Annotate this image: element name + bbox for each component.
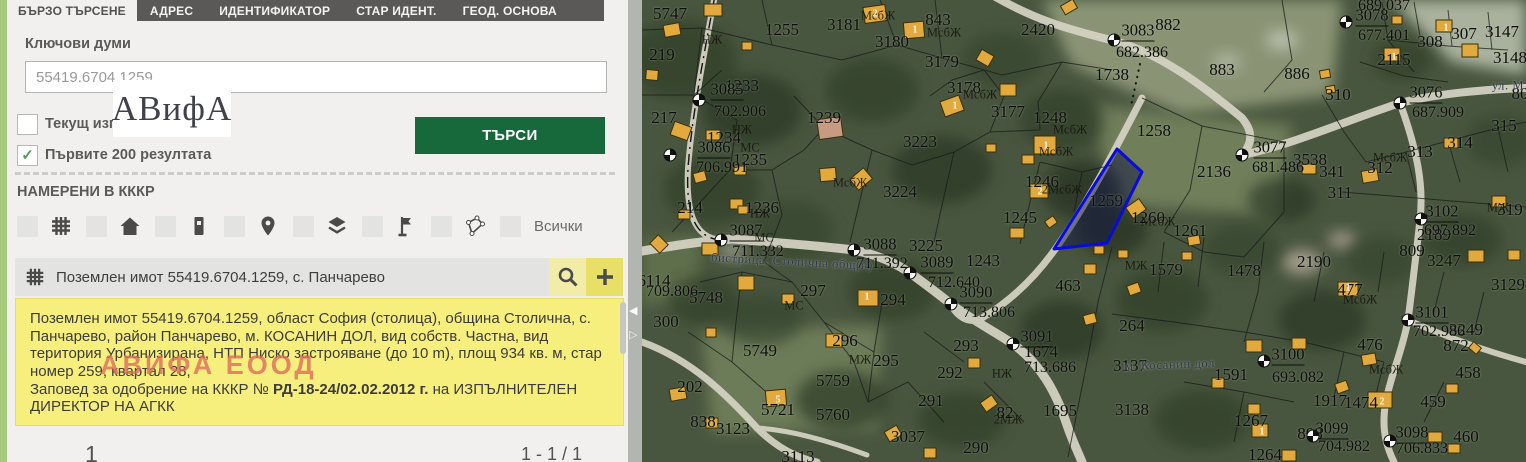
filter-all-label: Всички <box>534 218 583 235</box>
point-pin-icon <box>256 214 280 238</box>
first-200-checkbox[interactable]: ✓ <box>17 145 38 166</box>
filter-checkbox-object-door[interactable] <box>155 216 176 237</box>
filter-checkbox-building-house[interactable] <box>86 216 107 237</box>
collapse-panel-icon[interactable]: ◀ <box>629 306 637 317</box>
object-door-icon <box>187 214 211 238</box>
flag-icon <box>394 214 418 238</box>
filter-checkbox-flag[interactable] <box>362 216 383 237</box>
satellite-map-canvas <box>642 0 1526 462</box>
expand-panel-icon[interactable]: ▷ <box>629 330 637 341</box>
parcel-grid-icon <box>24 266 46 288</box>
filter-checkbox-polygon[interactable] <box>431 216 452 237</box>
object-type-filter-row: Всички <box>17 210 583 242</box>
add-to-selection-button[interactable] <box>586 258 623 296</box>
search-button[interactable]: ТЪРСИ <box>415 117 605 154</box>
filter-checkbox-all[interactable] <box>500 216 521 237</box>
result-row[interactable]: Поземлен имот 55419.6704.1259, с. Панчар… <box>15 258 623 296</box>
layers-icon <box>325 214 349 238</box>
panel-scrollbar[interactable] <box>620 302 626 354</box>
order-text-prefix: Заповед за одобрение на КККР № <box>30 381 273 398</box>
results-section-title: НАМЕРЕНИ В КККР <box>17 184 155 200</box>
filter-checkbox-layers[interactable] <box>293 216 314 237</box>
page-number[interactable]: 1 <box>85 441 98 462</box>
check-icon: ✓ <box>21 148 34 163</box>
zoom-to-result-button[interactable] <box>549 258 586 296</box>
building-house-icon <box>118 214 142 238</box>
cadastre-app: БЪРЗО ТЪРСЕНЕАДРЕСИДЕНТИФИКАТОРСТАР ИДЕН… <box>0 0 1526 462</box>
result-title: Поземлен имот 55419.6704.1259, с. Панчар… <box>56 269 385 286</box>
map-viewport[interactable]: 5747219123321712341235214123612551239318… <box>642 0 1526 462</box>
panel-collapse-divider: ◀ ▷ <box>628 0 642 462</box>
tab-4[interactable]: ГЕОД. ОСНОВА <box>450 0 570 21</box>
first-200-label: Първите 200 резултата <box>45 147 211 163</box>
current-view-checkbox[interactable] <box>17 114 38 135</box>
detail-text: Поземлен имот 55419.6704.1259, област Со… <box>30 310 602 380</box>
filter-checkbox-point-pin[interactable] <box>224 216 245 237</box>
page-range: 1 - 1 / 1 <box>521 444 582 462</box>
order-number: РД-18-24/02.02.2012 г. <box>273 381 428 398</box>
search-panel: БЪРЗО ТЪРСЕНЕАДРЕСИДЕНТИФИКАТОРСТАР ИДЕН… <box>0 0 628 462</box>
parcel-detail-box: Поземлен имот 55419.6704.1259, област Со… <box>15 298 624 426</box>
tab-bar: БЪРЗО ТЪРСЕНЕАДРЕСИДЕНТИФИКАТОРСТАР ИДЕН… <box>7 0 604 21</box>
tab-2[interactable]: ИДЕНТИФИКАТОР <box>206 0 343 21</box>
filter-checkbox-parcel-grid[interactable] <box>17 216 38 237</box>
tab-1[interactable]: АДРЕС <box>137 0 206 21</box>
polygon-icon <box>463 214 487 238</box>
dashed-separator <box>15 172 615 175</box>
keywords-label: Ключови думи <box>25 36 131 52</box>
tab-0[interactable]: БЪРЗО ТЪРСЕНЕ <box>7 0 137 21</box>
watermark-logo: АВифА <box>113 80 231 137</box>
parcel-grid-icon <box>49 214 73 238</box>
tab-3[interactable]: СТАР ИДЕНТ. <box>343 0 449 21</box>
